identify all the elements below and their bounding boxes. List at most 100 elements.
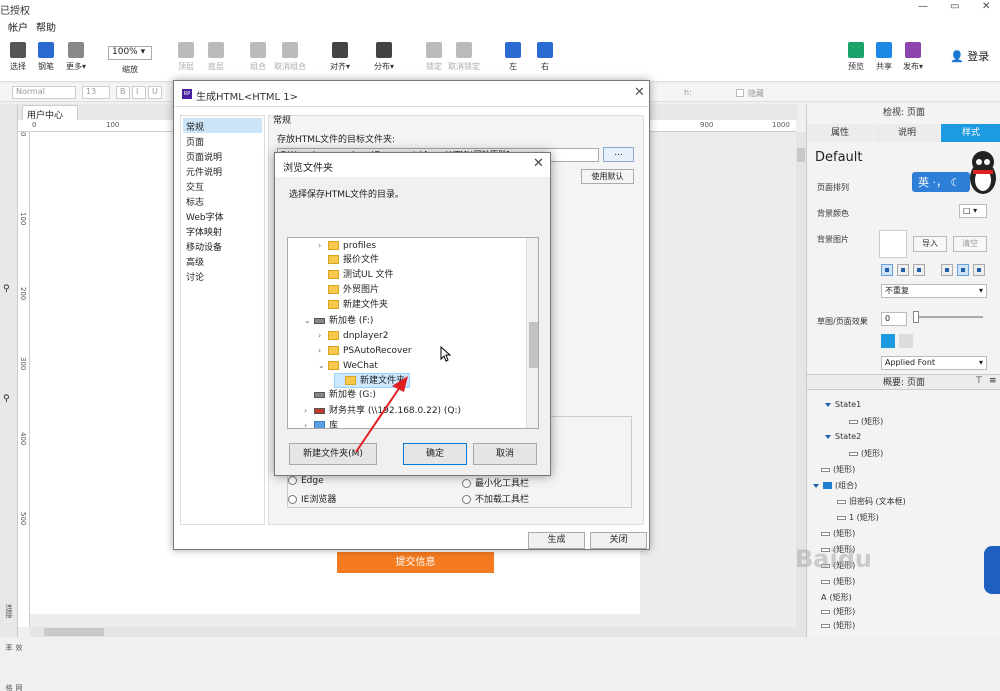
chevron-right-icon[interactable]: › xyxy=(318,238,328,253)
maximize-button[interactable]: ▭ xyxy=(950,1,959,12)
nav-general[interactable]: 常规 xyxy=(183,118,262,133)
close-window-button[interactable]: ✕ xyxy=(982,1,990,12)
nav-mobile[interactable]: 移动设备 xyxy=(183,238,262,253)
outline-item[interactable]: (矩形) xyxy=(821,528,855,539)
align-option[interactable] xyxy=(957,264,969,276)
outline-item[interactable]: (矩形) xyxy=(849,416,883,427)
tree-node[interactable]: › dnplayer2 xyxy=(318,328,388,343)
toolbar-button-8[interactable]: 对齐▾ xyxy=(322,42,358,72)
outline-item[interactable]: (矩形) xyxy=(849,448,883,459)
toolbar-button-7[interactable]: 取消组合 xyxy=(272,42,308,72)
bold-button[interactable]: B xyxy=(116,86,130,99)
nav-page-notes[interactable]: 页面说明 xyxy=(183,148,262,163)
tree-scrollbar[interactable] xyxy=(526,238,538,428)
chevron-down-icon[interactable]: ⌄ xyxy=(304,313,314,328)
nav-flags[interactable]: 标志 xyxy=(183,193,262,208)
outline-item[interactable]: 1 (矩形) xyxy=(837,512,879,523)
chevron-right-icon[interactable]: › xyxy=(304,403,314,418)
toolbar-button-16[interactable]: 发布▾ xyxy=(895,42,931,72)
menu-icon[interactable]: ≡ xyxy=(989,376,997,386)
sketch-input[interactable]: 0 xyxy=(881,312,907,326)
toolbar-button-5[interactable]: 底层 xyxy=(198,42,234,72)
scroll-thumb[interactable] xyxy=(44,628,104,636)
outline-item[interactable]: (矩形) xyxy=(821,606,855,617)
sketch-slider[interactable] xyxy=(913,311,983,323)
hide-checkbox[interactable] xyxy=(736,89,744,97)
nav-font-mapping[interactable]: 字体映射 xyxy=(183,223,262,238)
use-default-button[interactable]: 使用默认 xyxy=(581,169,634,184)
repeat-select[interactable]: 不重复 ▾ xyxy=(881,284,987,298)
chevron-right-icon[interactable]: › xyxy=(318,328,328,343)
nav-web-fonts[interactable]: Web字体 xyxy=(183,208,262,223)
nav-interactions[interactable]: 交互 xyxy=(183,178,262,193)
slider-knob[interactable] xyxy=(913,311,919,323)
cancel-button[interactable]: 取消 xyxy=(473,443,537,465)
tab-style[interactable]: 样式 xyxy=(941,124,1000,142)
font-select[interactable]: Applied Font ▾ xyxy=(881,356,987,370)
submit-info-widget[interactable]: 提交信息 xyxy=(337,552,494,573)
align-option[interactable] xyxy=(941,264,953,276)
tab-properties[interactable]: 属性 xyxy=(807,124,873,142)
login-button[interactable]: 👤 登录 xyxy=(950,48,989,64)
tree-node-selected[interactable]: 新建文件夹 xyxy=(334,373,411,388)
scroll-thumb[interactable] xyxy=(529,322,538,368)
toolbar-button-6[interactable]: 组合 xyxy=(240,42,276,72)
new-folder-button[interactable]: 新建文件夹(M) xyxy=(289,443,377,465)
tab-user-center[interactable]: 用户中心 ✕ xyxy=(22,105,78,131)
toolbar-button-13[interactable]: 右 xyxy=(527,42,563,72)
tree-node[interactable]: › PSAutoRecover xyxy=(318,343,412,358)
style-select[interactable]: Normal xyxy=(12,86,76,99)
horizontal-scrollbar[interactable] xyxy=(30,627,796,637)
font-size-select[interactable]: 13 xyxy=(82,86,110,99)
filter-icon[interactable]: ⊤ xyxy=(975,376,983,386)
radio-edge[interactable]: Edge xyxy=(288,476,324,486)
bg-color-picker[interactable]: □ ▾ xyxy=(959,204,987,218)
nav-discussion[interactable]: 讨论 xyxy=(183,268,262,283)
outline-item[interactable]: (组合) xyxy=(813,480,857,491)
underline-button[interactable]: U xyxy=(148,86,162,99)
outline-item[interactable]: (矩形) xyxy=(821,576,855,587)
zoom-select[interactable]: 100% ▾ xyxy=(108,46,152,60)
nav-widget-notes[interactable]: 元件说明 xyxy=(183,163,262,178)
generate-button[interactable]: 生成 xyxy=(528,532,585,549)
outline-item[interactable]: (矩形) xyxy=(821,620,855,631)
browse-button[interactable]: ... xyxy=(603,147,634,162)
align-option[interactable] xyxy=(973,264,985,276)
image-gray-icon[interactable] xyxy=(899,334,913,348)
tree-node[interactable]: 新建文件夹 xyxy=(318,298,388,313)
tree-node[interactable]: › 财务共享 (\\192.168.0.22) (Q:) xyxy=(304,403,461,418)
italic-button[interactable]: I xyxy=(132,86,146,99)
ok-button[interactable]: 确定 xyxy=(403,443,467,465)
align-option[interactable] xyxy=(913,264,925,276)
bg-image-preview[interactable] xyxy=(879,230,907,258)
tree-node[interactable]: 测试UL 文件 xyxy=(318,268,393,283)
outline-item[interactable]: 旧密码 (文本框) xyxy=(837,496,906,507)
chevron-down-icon[interactable]: ⌄ xyxy=(318,358,328,373)
menu-help[interactable]: 帮助 xyxy=(36,19,56,34)
close-icon[interactable]: ✕ xyxy=(634,85,645,100)
side-widget-icon[interactable] xyxy=(984,546,1000,594)
close-dialog-button[interactable]: 关闭 xyxy=(590,532,647,549)
close-icon[interactable]: ✕ xyxy=(533,156,544,171)
search-icon[interactable]: ⚲ xyxy=(3,394,10,404)
scroll-thumb[interactable] xyxy=(797,148,805,162)
tree-node[interactable]: ⌄ WeChat xyxy=(318,358,378,373)
folder-tree[interactable]: › profiles 报价文件 测试UL 文件 外贸图片 新建文件夹 ⌄ 新加卷 (… xyxy=(287,237,539,429)
import-button[interactable]: 导入 xyxy=(913,236,947,252)
chevron-right-icon[interactable]: › xyxy=(318,343,328,358)
tree-node[interactable]: › profiles xyxy=(318,238,376,253)
tree-node[interactable]: 新加卷 (G:) xyxy=(304,388,376,403)
outline-item[interactable]: State1 xyxy=(825,400,861,409)
tree-node[interactable]: ⌄ 新加卷 (F:) xyxy=(304,313,373,328)
radio-min-toolbar[interactable]: 最小化工具栏 xyxy=(462,476,529,489)
toolbar-button-2[interactable]: 更多▾ xyxy=(58,42,94,72)
image-color-icon[interactable] xyxy=(881,334,895,348)
toolbar-button-9[interactable]: 分布▾ xyxy=(366,42,402,72)
radio-no-toolbar[interactable]: 不加载工具栏 xyxy=(462,492,529,505)
outline-item[interactable]: State2 xyxy=(825,432,861,441)
search-icon[interactable]: ⚲ xyxy=(3,284,10,294)
tree-node[interactable]: › 库 xyxy=(304,418,338,428)
align-option[interactable] xyxy=(897,264,909,276)
outline-item[interactable]: A (矩形) xyxy=(821,592,852,603)
nav-pages[interactable]: 页面 xyxy=(183,133,262,148)
